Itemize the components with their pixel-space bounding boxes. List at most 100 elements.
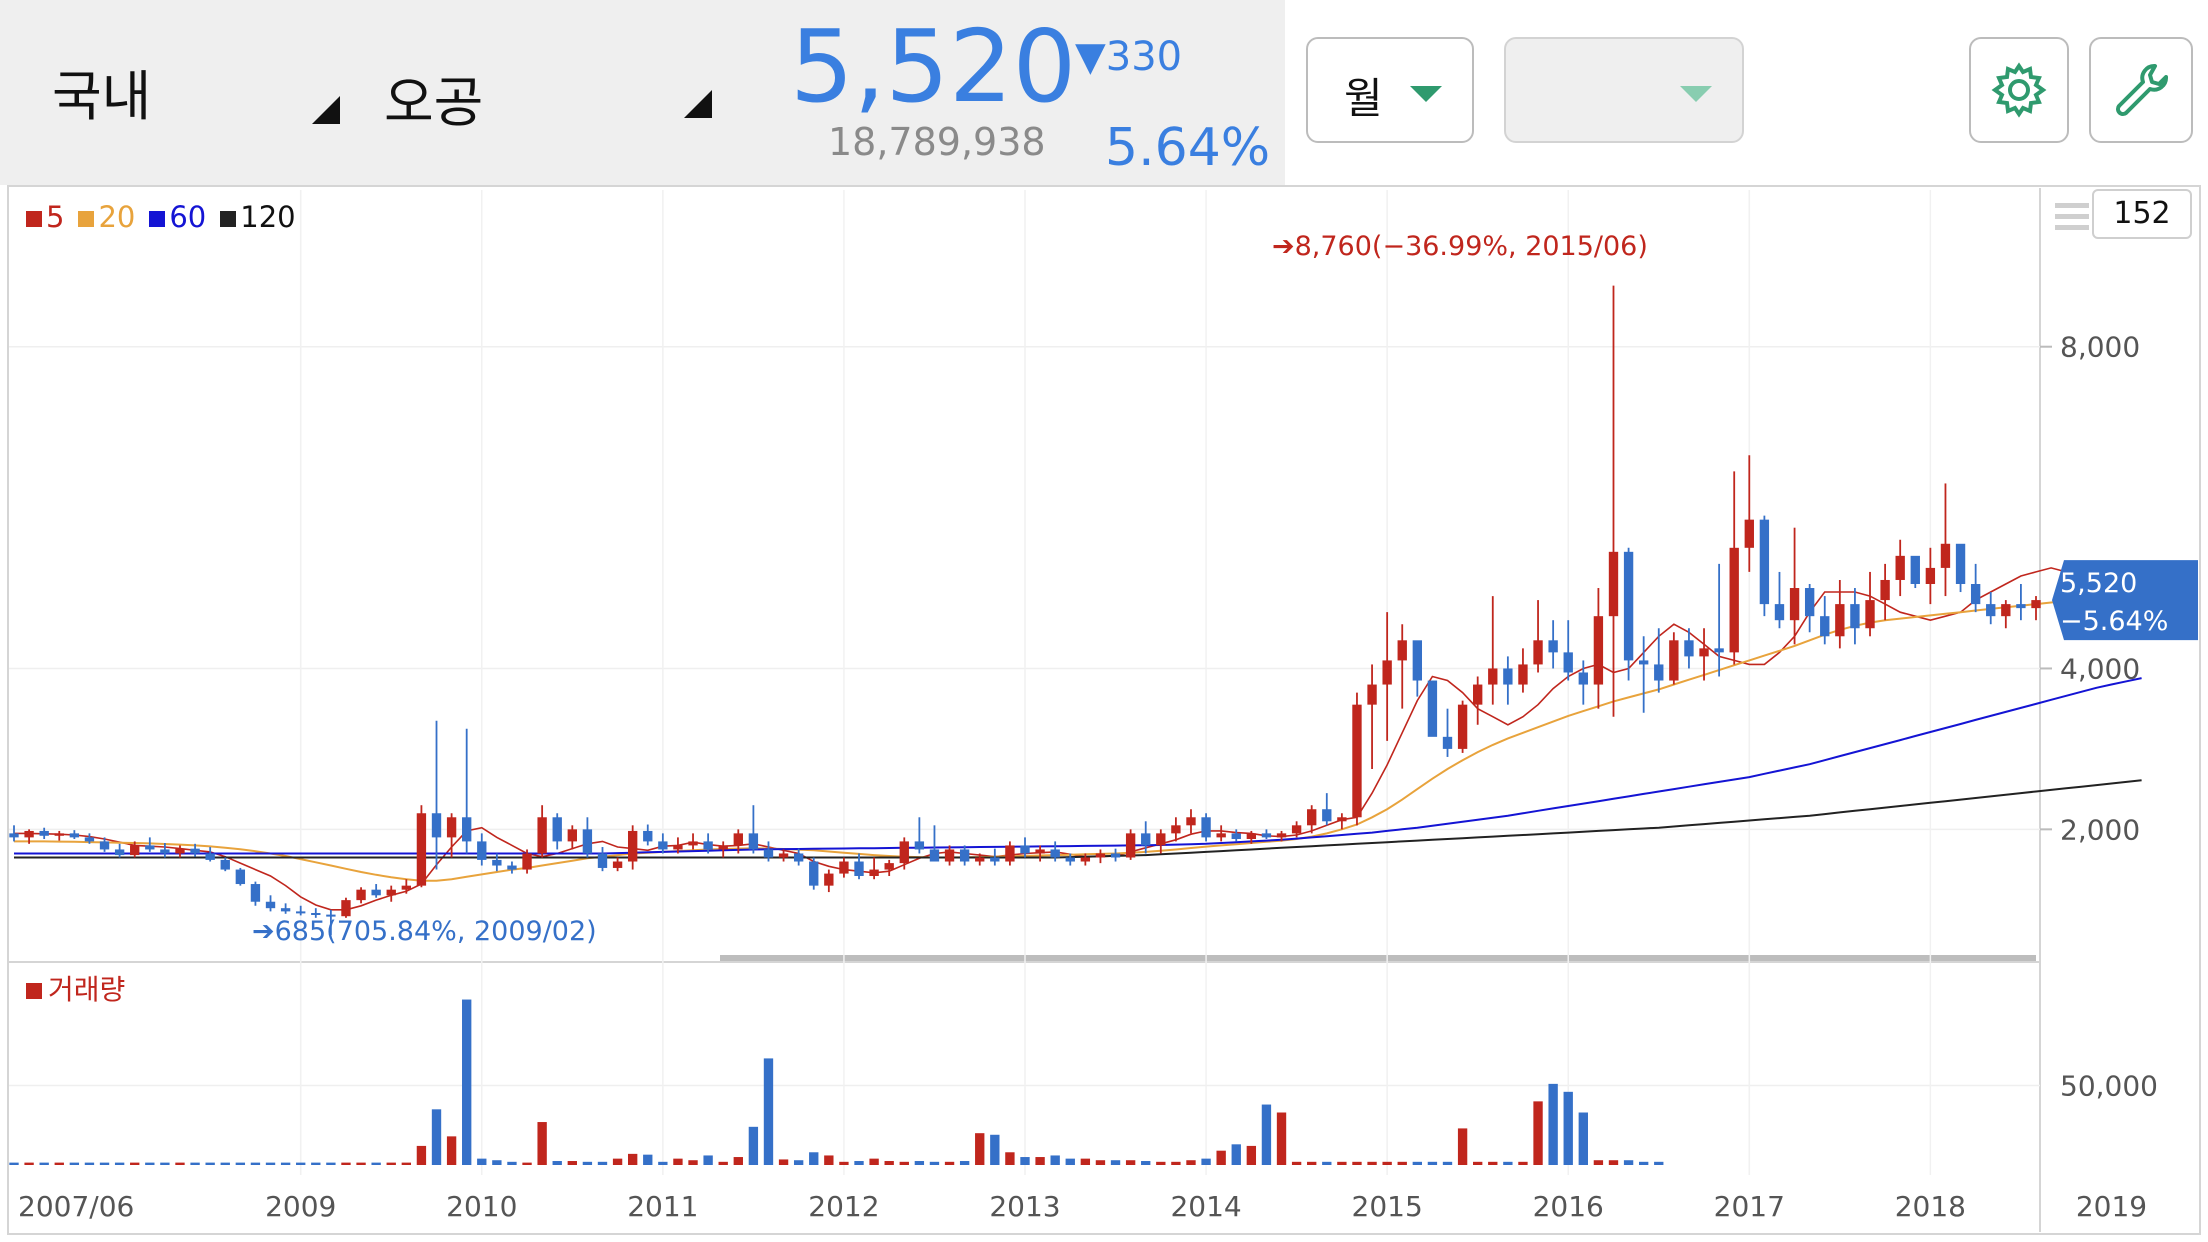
- visible-count[interactable]: 152: [2092, 189, 2192, 239]
- volume-bar: [507, 1161, 517, 1165]
- time-tick-label: 2009: [265, 1190, 336, 1223]
- volume-bar: [1397, 1161, 1407, 1165]
- candle-body: [69, 833, 80, 838]
- candle-body: [1457, 704, 1468, 749]
- volume-bar: [1623, 1160, 1634, 1165]
- volume-bar: [688, 1160, 698, 1165]
- candle-body: [899, 841, 909, 864]
- volume-bar: [1065, 1158, 1075, 1165]
- candle-body: [809, 861, 819, 886]
- candle-body: [507, 865, 517, 870]
- candle-body: [778, 853, 789, 858]
- candle-body: [24, 830, 34, 838]
- volume-bar: [130, 1162, 140, 1165]
- volume-bar: [990, 1134, 1000, 1165]
- price-tick-label: 4,000: [2060, 652, 2140, 685]
- candle-body: [869, 869, 879, 876]
- candle-body: [386, 889, 396, 896]
- volume-bar: [703, 1155, 713, 1165]
- candle-body: [1623, 551, 1634, 661]
- volume-tick-label: 50,000: [2060, 1069, 2158, 1102]
- candle-body: [462, 817, 472, 842]
- volume-bar: [1578, 1112, 1588, 1165]
- volume-bar: [1156, 1161, 1166, 1165]
- volume-bar: [220, 1162, 230, 1165]
- candle-body: [1382, 660, 1392, 685]
- volume-bar: [673, 1158, 683, 1165]
- volume-bar: [1246, 1145, 1257, 1165]
- candle-body: [1352, 704, 1362, 818]
- volume-bar: [1533, 1101, 1543, 1165]
- candle-body: [748, 833, 759, 850]
- candle-body: [643, 830, 653, 842]
- candle-body: [854, 861, 864, 876]
- price-tick-label: 8,000: [2060, 331, 2140, 364]
- low-annotation: ➔685(705.84%, 2009/02): [252, 916, 597, 947]
- menu-icon[interactable]: [2055, 200, 2089, 234]
- volume-bar: [416, 1145, 427, 1165]
- candle-body: [145, 845, 155, 850]
- candle-body: [205, 853, 215, 860]
- candle-body: [371, 889, 381, 896]
- volume-bar: [1337, 1161, 1347, 1165]
- legend-item-ma-20[interactable]: 20: [78, 200, 135, 234]
- legend-label: 20: [98, 200, 136, 234]
- volume-bar: [296, 1162, 306, 1165]
- candle-body: [1322, 809, 1332, 822]
- volume-bar: [1367, 1161, 1377, 1165]
- candle-body: [1337, 817, 1347, 822]
- volume-bar: [39, 1162, 49, 1165]
- candle-body: [718, 845, 728, 850]
- volume-bar: [1518, 1161, 1528, 1165]
- volume-bar: [537, 1122, 547, 1165]
- candle-body: [1533, 640, 1543, 665]
- volume-bar: [175, 1162, 185, 1165]
- current-pct-tag-value: −5.64%: [2060, 606, 2168, 637]
- candle-body: [1503, 668, 1513, 685]
- time-tick-label: 2018: [1895, 1190, 1966, 1223]
- volume-bar: [1141, 1161, 1151, 1165]
- candle-body: [763, 849, 774, 858]
- volume-bar: [1427, 1161, 1438, 1165]
- candle-body: [1367, 684, 1377, 705]
- candle-body: [597, 853, 608, 868]
- candle-body: [793, 853, 804, 862]
- legend-item-ma-120[interactable]: 120: [220, 200, 296, 234]
- candle-body: [1307, 809, 1317, 826]
- candle-body: [1186, 817, 1196, 826]
- volume-bar: [1654, 1161, 1664, 1165]
- candle-body: [54, 833, 64, 836]
- volume-bar: [854, 1161, 864, 1165]
- volume-bar: [431, 1109, 442, 1165]
- price-chart[interactable]: 8,000 4,000 2,000 50,000 2007/06 2009 2010 2011…: [0, 0, 2208, 1242]
- candle-body: [2031, 600, 2041, 609]
- candle-body: [1744, 519, 1754, 548]
- candle-body: [477, 841, 487, 860]
- candle-body: [1955, 543, 1966, 584]
- candle-body: [1035, 849, 1045, 854]
- volume-bar: [99, 1162, 110, 1165]
- candle-body: [492, 859, 502, 866]
- candle-body: [1291, 825, 1302, 834]
- candle-body: [1850, 604, 1860, 629]
- legend-item-ma-60[interactable]: 60: [149, 200, 206, 234]
- candle-body: [296, 911, 306, 914]
- volume-bar: [824, 1155, 834, 1165]
- candle-body: [1714, 648, 1724, 653]
- volume-bar: [1563, 1091, 1573, 1165]
- volume-bar: [9, 1162, 19, 1165]
- volume-bar: [1201, 1158, 1211, 1165]
- volume-bar: [793, 1160, 804, 1165]
- candle-body: [39, 830, 49, 836]
- candle-body: [1548, 640, 1558, 653]
- volume-bar: [1110, 1160, 1121, 1165]
- candle-body: [1699, 648, 1709, 657]
- candle-body: [884, 863, 894, 870]
- volume-bar: [1035, 1157, 1045, 1165]
- volume-legend-label: 거래량: [48, 973, 126, 1006]
- volume-bar: [160, 1162, 170, 1165]
- volume-bar: [356, 1162, 366, 1165]
- candle-body: [1171, 825, 1181, 834]
- legend-item-ma-5[interactable]: 5: [26, 200, 64, 234]
- candle-body: [975, 857, 985, 862]
